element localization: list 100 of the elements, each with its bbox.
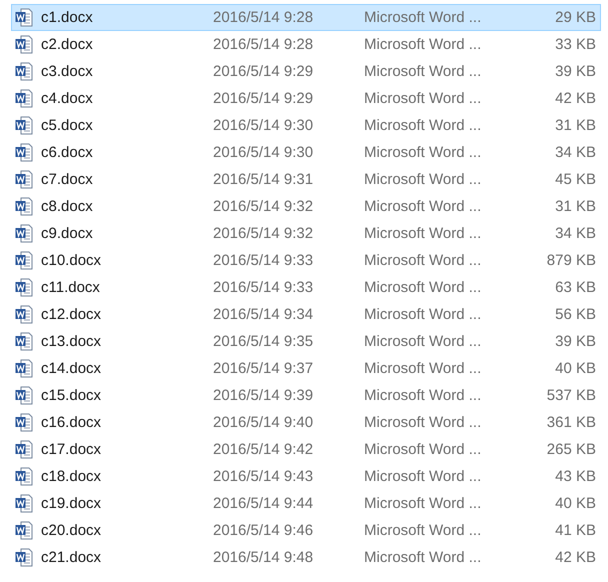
file-row[interactable]: c21.docx 2016/5/14 9:48 Microsoft Word ... 42 KB bbox=[11, 544, 601, 571]
modified-date: 2016/5/14 9:32 bbox=[213, 225, 314, 242]
modified-date: 2016/5/14 9:34 bbox=[213, 306, 314, 323]
file-type: Microsoft Word ... bbox=[364, 387, 482, 404]
file-row[interactable]: c17.docx 2016/5/14 9:42 Microsoft Word ... 265 KB bbox=[11, 436, 601, 463]
file-size: 879 KB bbox=[546, 252, 597, 269]
file-type: Microsoft Word ... bbox=[364, 144, 482, 161]
word-document-icon bbox=[15, 197, 33, 216]
modified-date: 2016/5/14 9:32 bbox=[213, 198, 314, 215]
file-name: c1.docx bbox=[41, 9, 93, 26]
file-row[interactable]: c12.docx 2016/5/14 9:34 Microsoft Word ... 56 KB bbox=[11, 301, 601, 328]
modified-date: 2016/5/14 9:28 bbox=[213, 9, 314, 26]
word-document-icon bbox=[15, 332, 33, 351]
file-row[interactable]: c6.docx 2016/5/14 9:30 Microsoft Word ... 34 KB bbox=[11, 139, 601, 166]
word-document-icon bbox=[15, 170, 33, 189]
file-name: c15.docx bbox=[41, 387, 102, 404]
file-size: 34 KB bbox=[554, 144, 597, 161]
word-document-icon bbox=[15, 143, 33, 162]
file-size: 29 KB bbox=[554, 9, 597, 26]
file-type: Microsoft Word ... bbox=[364, 441, 482, 458]
file-type: Microsoft Word ... bbox=[364, 522, 482, 539]
file-type: Microsoft Word ... bbox=[364, 279, 482, 296]
file-row[interactable]: c8.docx 2016/5/14 9:32 Microsoft Word ... 31 KB bbox=[11, 193, 601, 220]
file-type: Microsoft Word ... bbox=[364, 90, 482, 107]
word-document-icon bbox=[15, 467, 33, 486]
modified-date: 2016/5/14 9:42 bbox=[213, 441, 314, 458]
word-document-icon bbox=[15, 359, 33, 378]
file-name: c3.docx bbox=[41, 63, 93, 80]
file-row[interactable]: c1.docx 2016/5/14 9:28 Microsoft Word ... 29 KB bbox=[11, 4, 601, 31]
word-document-icon bbox=[15, 224, 33, 243]
file-name: c21.docx bbox=[41, 549, 102, 566]
file-row[interactable]: c16.docx 2016/5/14 9:40 Microsoft Word ... 361 KB bbox=[11, 409, 601, 436]
modified-date: 2016/5/14 9:37 bbox=[213, 360, 314, 377]
file-row[interactable]: c7.docx 2016/5/14 9:31 Microsoft Word ... 45 KB bbox=[11, 166, 601, 193]
file-name: c7.docx bbox=[41, 171, 93, 188]
file-size: 39 KB bbox=[554, 333, 597, 350]
word-document-icon bbox=[15, 413, 33, 432]
word-document-icon bbox=[15, 116, 33, 135]
modified-date: 2016/5/14 9:46 bbox=[213, 522, 314, 539]
file-size: 31 KB bbox=[554, 198, 597, 215]
file-row[interactable]: c20.docx 2016/5/14 9:46 Microsoft Word ... 41 KB bbox=[11, 517, 601, 544]
file-row[interactable]: c10.docx 2016/5/14 9:33 Microsoft Word ... 879 KB bbox=[11, 247, 601, 274]
file-name: c14.docx bbox=[41, 360, 102, 377]
file-name: c18.docx bbox=[41, 468, 102, 485]
file-type: Microsoft Word ... bbox=[364, 495, 482, 512]
file-row[interactable]: c2.docx 2016/5/14 9:28 Microsoft Word ... 33 KB bbox=[11, 31, 601, 58]
file-type: Microsoft Word ... bbox=[364, 9, 482, 26]
file-name: c8.docx bbox=[41, 198, 93, 215]
file-size: 34 KB bbox=[554, 225, 597, 242]
word-document-icon bbox=[15, 305, 33, 324]
word-document-icon bbox=[15, 35, 33, 54]
file-size: 41 KB bbox=[554, 522, 597, 539]
word-document-icon bbox=[15, 386, 33, 405]
file-row[interactable]: c3.docx 2016/5/14 9:29 Microsoft Word ... 39 KB bbox=[11, 58, 601, 85]
file-name: c20.docx bbox=[41, 522, 102, 539]
file-type: Microsoft Word ... bbox=[364, 306, 482, 323]
file-row[interactable]: c14.docx 2016/5/14 9:37 Microsoft Word ... 40 KB bbox=[11, 355, 601, 382]
file-row[interactable]: c15.docx 2016/5/14 9:39 Microsoft Word ... 537 KB bbox=[11, 382, 601, 409]
file-type: Microsoft Word ... bbox=[364, 333, 482, 350]
file-type: Microsoft Word ... bbox=[364, 198, 482, 215]
file-row[interactable]: c5.docx 2016/5/14 9:30 Microsoft Word ... 31 KB bbox=[11, 112, 601, 139]
word-document-icon bbox=[15, 548, 33, 567]
file-size: 42 KB bbox=[554, 90, 597, 107]
file-row[interactable]: c11.docx 2016/5/14 9:33 Microsoft Word ... 63 KB bbox=[11, 274, 601, 301]
file-size: 63 KB bbox=[554, 279, 597, 296]
word-document-icon bbox=[15, 494, 33, 513]
file-name: c17.docx bbox=[41, 441, 102, 458]
word-document-icon bbox=[15, 278, 33, 297]
word-document-icon bbox=[15, 440, 33, 459]
modified-date: 2016/5/14 9:35 bbox=[213, 333, 314, 350]
file-row[interactable]: c13.docx 2016/5/14 9:35 Microsoft Word ... 39 KB bbox=[11, 328, 601, 355]
file-name: c13.docx bbox=[41, 333, 102, 350]
file-name: c19.docx bbox=[41, 495, 102, 512]
word-document-icon bbox=[15, 89, 33, 108]
file-type: Microsoft Word ... bbox=[364, 414, 482, 431]
file-type: Microsoft Word ... bbox=[364, 252, 482, 269]
file-type: Microsoft Word ... bbox=[364, 225, 482, 242]
modified-date: 2016/5/14 9:29 bbox=[213, 90, 314, 107]
file-size: 265 KB bbox=[546, 441, 597, 458]
modified-date: 2016/5/14 9:33 bbox=[213, 252, 314, 269]
file-name: c10.docx bbox=[41, 252, 102, 269]
file-size: 56 KB bbox=[554, 306, 597, 323]
file-type: Microsoft Word ... bbox=[364, 36, 482, 53]
word-document-icon bbox=[15, 251, 33, 270]
file-name: c16.docx bbox=[41, 414, 102, 431]
modified-date: 2016/5/14 9:30 bbox=[213, 144, 314, 161]
modified-date: 2016/5/14 9:33 bbox=[213, 279, 314, 296]
word-document-icon bbox=[15, 62, 33, 81]
file-row[interactable]: c4.docx 2016/5/14 9:29 Microsoft Word ... 42 KB bbox=[11, 85, 601, 112]
file-name: c6.docx bbox=[41, 144, 93, 161]
modified-date: 2016/5/14 9:48 bbox=[213, 549, 314, 566]
modified-date: 2016/5/14 9:28 bbox=[213, 36, 314, 53]
file-row[interactable]: c19.docx 2016/5/14 9:44 Microsoft Word ... 40 KB bbox=[11, 490, 601, 517]
modified-date: 2016/5/14 9:39 bbox=[213, 387, 314, 404]
file-size: 31 KB bbox=[554, 117, 597, 134]
file-row[interactable]: c9.docx 2016/5/14 9:32 Microsoft Word ... 34 KB bbox=[11, 220, 601, 247]
file-type: Microsoft Word ... bbox=[364, 117, 482, 134]
word-document-icon bbox=[15, 521, 33, 540]
modified-date: 2016/5/14 9:29 bbox=[213, 63, 314, 80]
file-row[interactable]: c18.docx 2016/5/14 9:43 Microsoft Word ... 43 KB bbox=[11, 463, 601, 490]
